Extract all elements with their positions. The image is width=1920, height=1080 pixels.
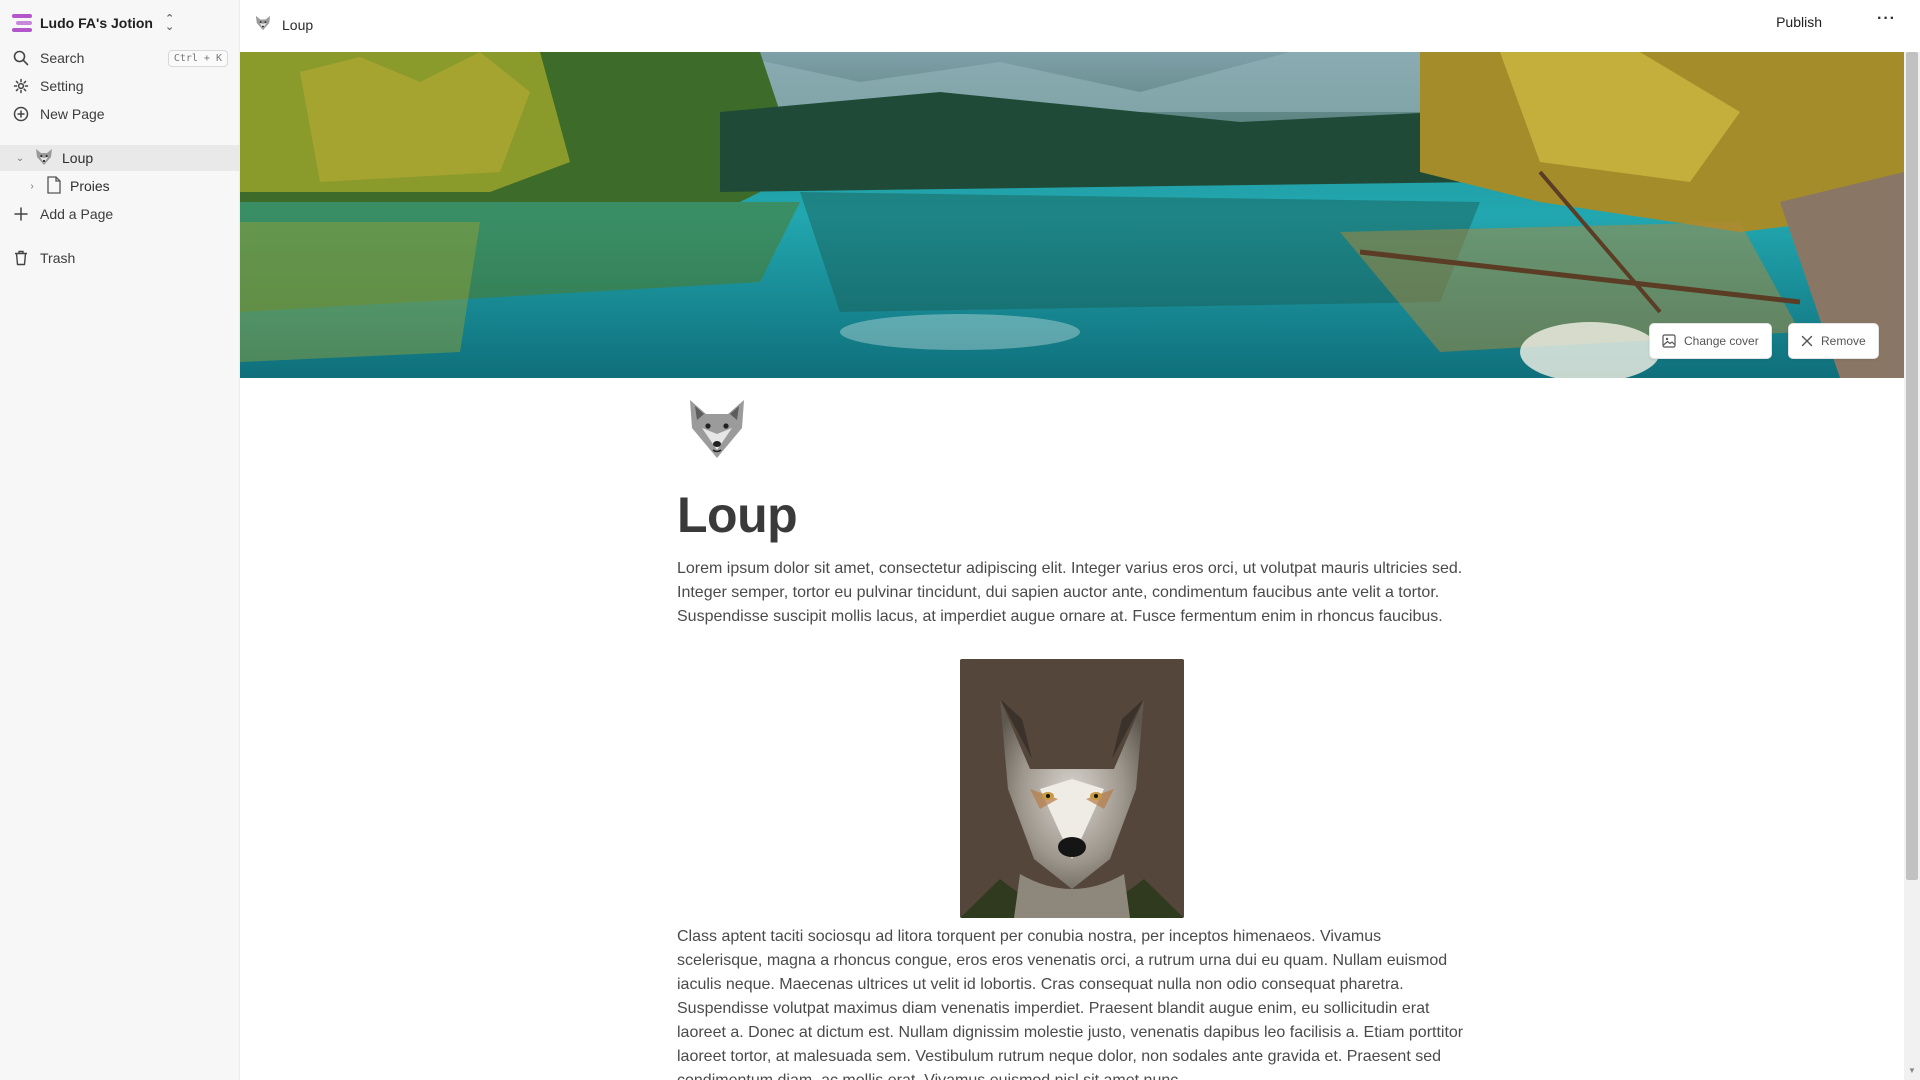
workspace-logo-icon	[12, 14, 32, 32]
trash-label: Trash	[40, 250, 76, 266]
setting-label: Setting	[40, 78, 84, 94]
wolf-emoji-icon	[254, 15, 272, 34]
search-shortcut-badge: Ctrl + K	[167, 49, 228, 67]
file-icon	[46, 175, 62, 197]
remove-label: Remove	[1821, 334, 1866, 348]
breadcrumb[interactable]: Loup	[254, 15, 313, 34]
workspace-switcher[interactable]: Ludo FA's Jotion ⌃ ⌄	[12, 11, 174, 35]
sidebar-item-label: Proies	[70, 178, 110, 194]
plus-icon	[12, 205, 30, 223]
more-options-icon[interactable]: ···	[1877, 10, 1896, 28]
scroll-down-arrow-icon[interactable]: ▼	[1908, 1066, 1916, 1075]
sidebar-item-loup[interactable]: ⌄ Loup	[14, 147, 93, 169]
chevron-up-down-icon: ⌃ ⌄	[164, 13, 175, 33]
page-icon-wolf[interactable]	[686, 398, 748, 462]
change-cover-button[interactable]: Change cover	[1649, 323, 1772, 359]
close-icon	[1801, 335, 1813, 347]
chevron-down-icon[interactable]: ⌄	[14, 153, 26, 164]
gear-icon	[12, 77, 30, 95]
remove-cover-button[interactable]: Remove	[1788, 323, 1879, 359]
wolf-emoji-icon	[34, 148, 54, 169]
paragraph-block[interactable]: Class aptent taciti sociosqu ad litora t…	[677, 925, 1467, 1080]
breadcrumb-label: Loup	[282, 16, 314, 33]
workspace-name: Ludo FA's Jotion	[40, 15, 153, 31]
trash-icon	[12, 249, 30, 267]
sidebar-item-label: Loup	[62, 150, 94, 166]
add-page-label: Add a Page	[40, 206, 114, 222]
plus-circle-icon	[12, 105, 30, 123]
image-icon	[1662, 334, 1676, 348]
trash-button[interactable]: Trash	[12, 247, 228, 269]
page-title[interactable]: Loup	[677, 486, 798, 544]
wolf-photo[interactable]	[960, 659, 1184, 918]
new-page-button[interactable]: New Page	[12, 103, 228, 125]
top-bar: Loup Publish ···	[240, 0, 1920, 52]
change-cover-label: Change cover	[1684, 334, 1759, 348]
sidebar-item-proies[interactable]: › Proies	[26, 175, 110, 197]
setting-button[interactable]: Setting	[12, 75, 228, 97]
chevron-right-icon[interactable]: ›	[26, 181, 38, 192]
search-icon	[12, 49, 30, 67]
sidebar: Ludo FA's Jotion ⌃ ⌄ Search Ctrl + K Sett…	[0, 0, 240, 1080]
scrollbar-thumb[interactable]	[1906, 52, 1918, 880]
search-button[interactable]: Search Ctrl + K	[12, 47, 228, 69]
paragraph-block[interactable]: Lorem ipsum dolor sit amet, consectetur …	[677, 557, 1467, 629]
publish-button[interactable]: Publish	[1776, 14, 1822, 30]
cover-image: Change cover Remove	[240, 52, 1904, 378]
add-page-button[interactable]: Add a Page	[12, 203, 228, 225]
search-label: Search	[40, 50, 85, 66]
new-page-label: New Page	[40, 106, 105, 122]
